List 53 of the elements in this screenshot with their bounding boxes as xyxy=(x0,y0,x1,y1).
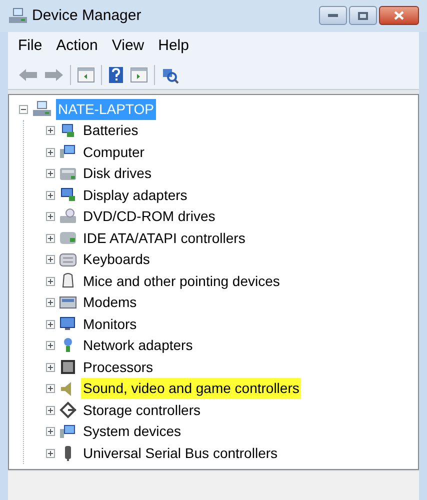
menu-item[interactable]: Help xyxy=(154,34,193,58)
expand-icon[interactable] xyxy=(46,276,55,286)
tree-item[interactable]: Universal Serial Bus controllers xyxy=(81,442,280,464)
tree-item[interactable]: Disk drives xyxy=(81,163,154,184)
expand-icon[interactable] xyxy=(46,406,55,415)
menu-item[interactable]: View xyxy=(108,34,148,58)
tree-item[interactable]: Keyboards xyxy=(81,249,152,270)
device-icon xyxy=(59,401,77,420)
expand-icon[interactable] xyxy=(46,362,55,372)
expand-icon[interactable] xyxy=(46,341,55,350)
expand-icon[interactable] xyxy=(46,320,55,329)
tree-item[interactable]: System devices xyxy=(81,421,184,442)
tree-item[interactable]: Monitors xyxy=(81,314,139,335)
expand-icon[interactable] xyxy=(46,190,55,200)
expand-icon[interactable] xyxy=(46,427,55,436)
expand-icon[interactable] xyxy=(46,234,55,243)
tree-item[interactable]: DVD/CD-ROM drives xyxy=(81,206,218,228)
device-icon xyxy=(59,250,77,269)
minimize-button[interactable] xyxy=(319,6,347,25)
tree-item[interactable]: IDE ATA/ATAPI controllers xyxy=(81,228,248,249)
tree-item[interactable]: Network adapters xyxy=(81,335,195,356)
expand-icon[interactable] xyxy=(46,169,55,178)
window-title: Device Manager xyxy=(32,6,142,26)
panel-icon[interactable] xyxy=(77,66,95,82)
device-icon xyxy=(59,358,77,376)
expand-icon[interactable] xyxy=(46,448,55,458)
device-icon xyxy=(59,122,77,140)
tree-item[interactable]: Computer xyxy=(81,142,146,163)
computer-icon xyxy=(8,7,28,25)
expand-icon[interactable] xyxy=(46,126,55,136)
tree-item[interactable]: Processors xyxy=(81,356,156,378)
help-icon[interactable] xyxy=(108,66,124,84)
collapse-icon[interactable] xyxy=(19,104,28,114)
menu-item[interactable]: Action xyxy=(52,34,102,58)
expand-icon[interactable] xyxy=(46,384,55,394)
expand-icon[interactable] xyxy=(46,298,55,308)
tree-item[interactable]: Display adapters xyxy=(81,184,190,206)
device-icon xyxy=(59,422,77,441)
tree-item[interactable]: Modems xyxy=(81,292,139,314)
maximize-button[interactable] xyxy=(349,6,377,25)
close-button[interactable] xyxy=(379,6,419,25)
device-icon xyxy=(59,208,77,226)
tree-item[interactable]: Mice and other pointing devices xyxy=(81,270,282,292)
panel-icon[interactable] xyxy=(130,66,148,82)
expand-icon[interactable] xyxy=(46,212,55,222)
tree-item[interactable]: Batteries xyxy=(81,120,140,142)
computer-icon xyxy=(32,100,52,118)
tree-item[interactable]: Storage controllers xyxy=(81,400,203,421)
tree-item[interactable]: Sound, video and game controllers xyxy=(81,378,302,400)
expand-icon[interactable] xyxy=(46,255,55,264)
close-icon xyxy=(394,11,404,20)
expand-icon[interactable] xyxy=(46,148,55,157)
menu-item[interactable]: File xyxy=(14,34,46,58)
